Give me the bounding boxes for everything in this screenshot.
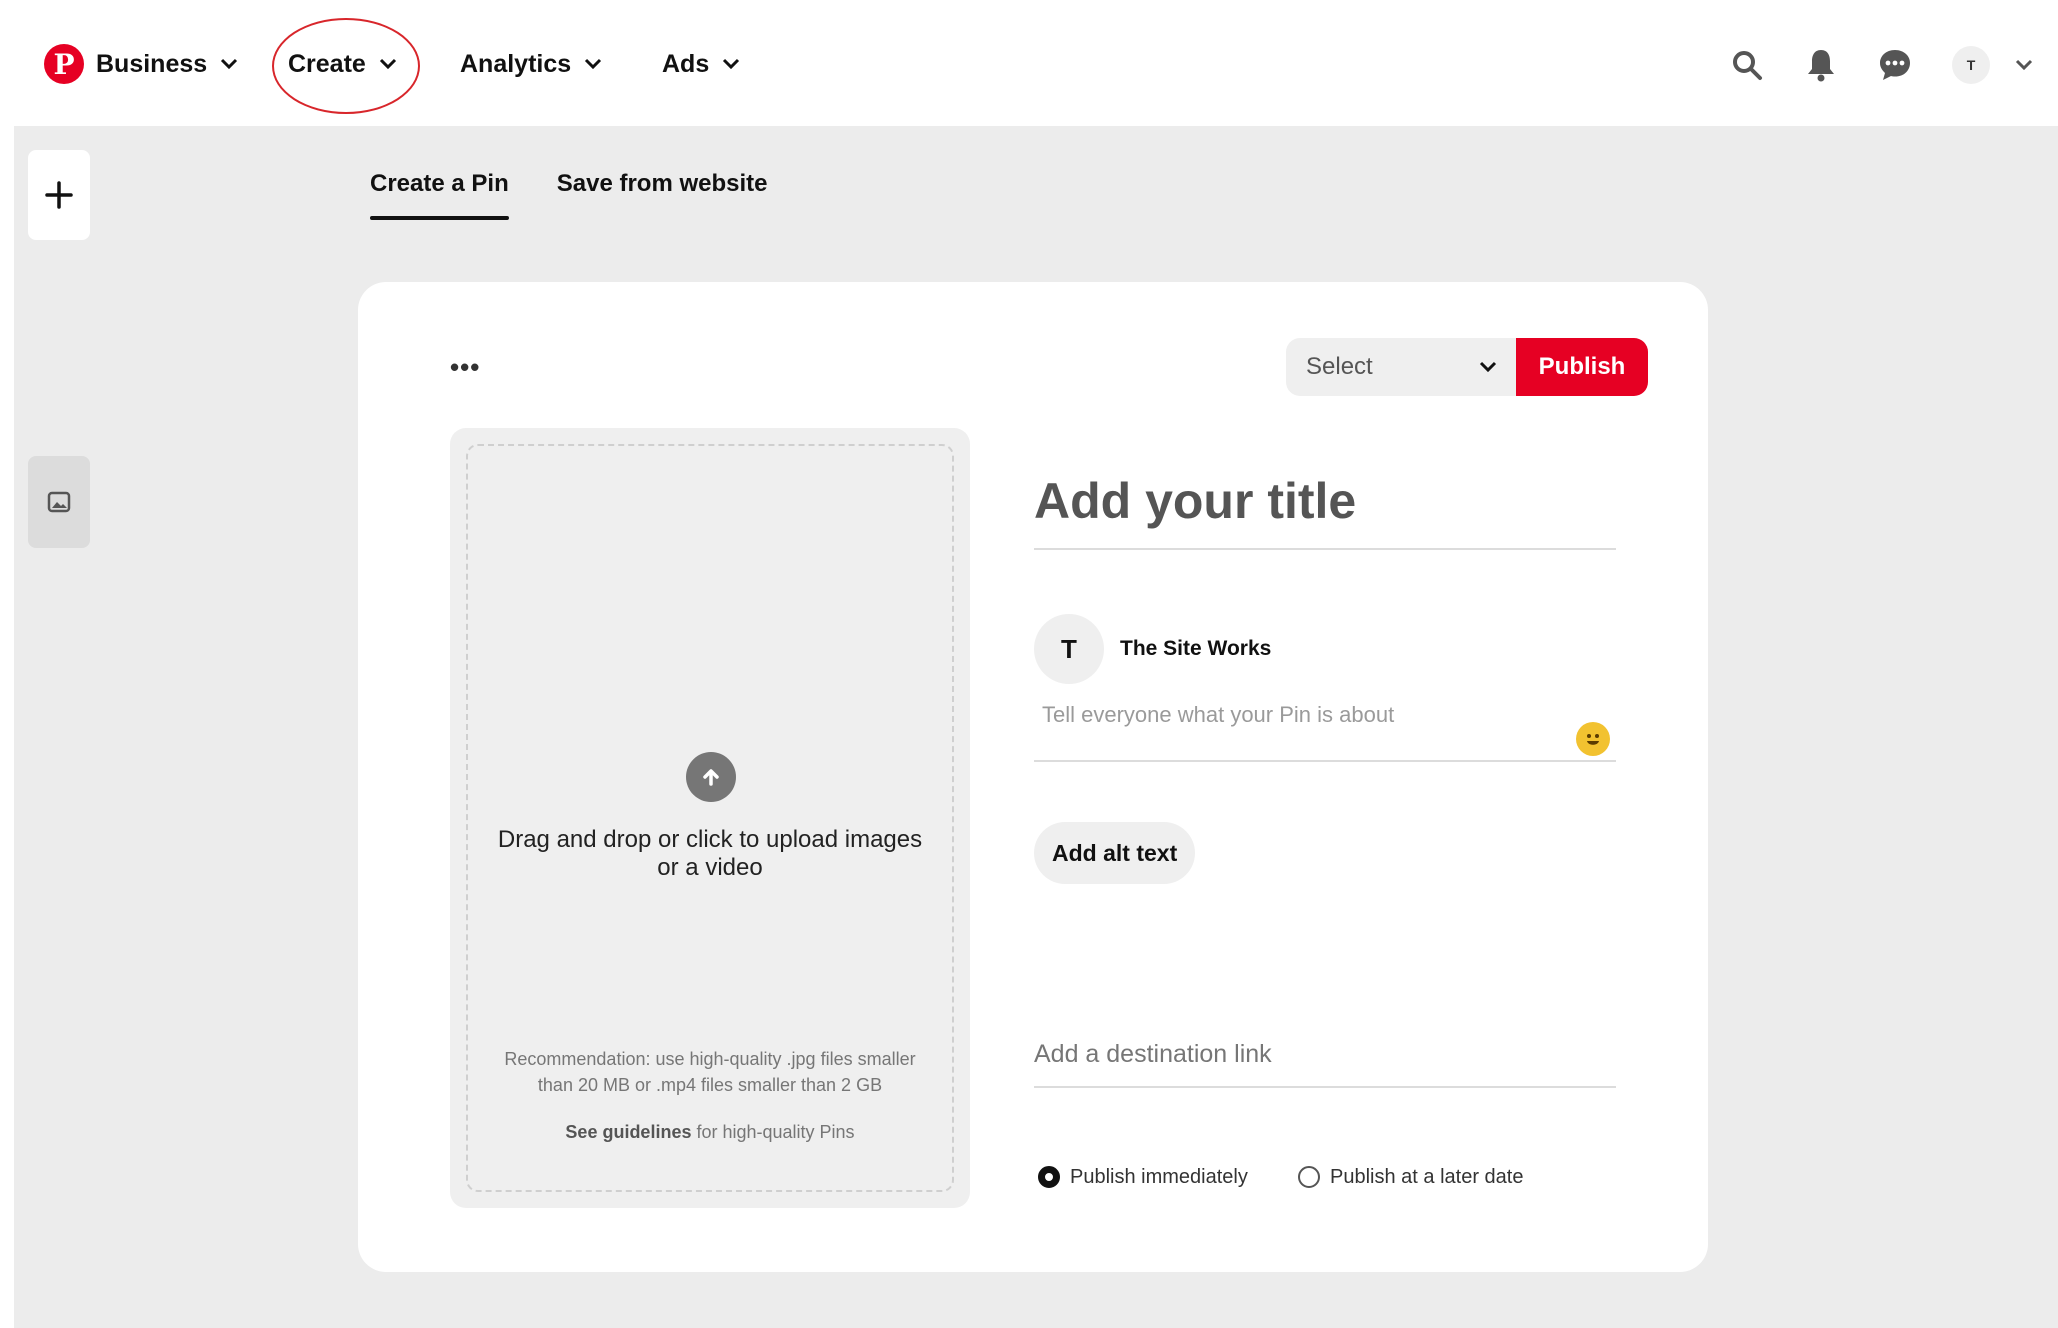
business-menu-label: Business (96, 49, 208, 78)
chevron-down-icon (379, 58, 396, 70)
board-select-value: Select (1306, 353, 1373, 380)
upload-dropzone[interactable]: Drag and drop or click to upload images … (450, 428, 970, 1208)
add-pin-button[interactable] (28, 150, 90, 240)
plus-icon (45, 181, 73, 209)
owner-avatar: T (1034, 614, 1104, 684)
analytics-menu[interactable]: Analytics (460, 44, 603, 84)
search-button[interactable] (1726, 44, 1768, 86)
title-input[interactable]: Add your title (1034, 472, 1616, 550)
upload-recommendation: Recommendation: use high-quality .jpg fi… (504, 1049, 916, 1095)
destination-link-input[interactable]: Add a destination link (1034, 1040, 1616, 1088)
tab-create-a-pin[interactable]: Create a Pin (370, 170, 509, 220)
pin-builder-card: ••• Select Publish Drag and drop or clic… (358, 282, 1708, 1272)
publish-immediately-label: Publish immediately (1070, 1165, 1248, 1188)
radio-unselected (1298, 1166, 1320, 1188)
notifications-button[interactable] (1800, 44, 1842, 86)
more-options-button[interactable]: ••• (450, 352, 480, 383)
chevron-down-icon (585, 58, 602, 70)
radio-selected (1038, 1166, 1060, 1188)
create-menu[interactable]: Create (288, 44, 398, 84)
chevron-down-icon (221, 58, 238, 70)
business-menu[interactable]: P Business (44, 44, 239, 84)
guidelines-rest: for high-quality Pins (691, 1122, 855, 1142)
ads-menu-label: Ads (662, 49, 710, 78)
bell-icon (1808, 50, 1834, 82)
publish-immediately-option[interactable]: Publish immediately (1038, 1162, 1248, 1192)
avatar[interactable]: T (1952, 46, 1990, 84)
publish-later-label: Publish at a later date (1330, 1165, 1524, 1188)
tab-save-from-website[interactable]: Save from website (557, 170, 768, 220)
messages-button[interactable] (1874, 44, 1916, 86)
board-select[interactable]: Select (1286, 338, 1518, 396)
pin-owner: T The Site Works (1034, 614, 1271, 684)
upload-arrow-icon (686, 752, 736, 802)
account-chevron-down-icon[interactable] (2014, 55, 2034, 75)
publish-later-option[interactable]: Publish at a later date (1298, 1162, 1523, 1192)
guidelines-note: See guidelines for high-quality Pins (488, 1122, 932, 1143)
emoji-picker-icon[interactable] (1576, 722, 1610, 756)
add-alt-text-button[interactable]: Add alt text (1034, 822, 1196, 884)
pinterest-logo-icon: P (44, 44, 84, 84)
description-input[interactable]: Tell everyone what your Pin is about (1034, 702, 1616, 762)
ads-menu[interactable]: Ads (662, 44, 741, 84)
top-navigation: P Business Create Analytics Ads T (0, 0, 2058, 126)
draft-pin-thumbnail[interactable] (28, 456, 90, 548)
owner-name: The Site Works (1120, 637, 1272, 660)
create-menu-label: Create (288, 49, 366, 78)
chevron-down-icon (1479, 361, 1497, 373)
publish-button[interactable]: Publish (1516, 338, 1648, 396)
chat-bubble-icon (1880, 50, 1910, 80)
dropzone-border: Drag and drop or click to upload images … (466, 444, 954, 1192)
chevron-down-icon (723, 58, 740, 70)
guidelines-link[interactable]: See guidelines (565, 1122, 691, 1142)
image-icon (47, 491, 71, 513)
analytics-menu-label: Analytics (460, 49, 572, 78)
upload-prompt: Drag and drop or click to upload images … (497, 826, 923, 881)
create-tabs: Create a Pin Save from website (370, 170, 767, 220)
search-icon (1733, 51, 1762, 80)
